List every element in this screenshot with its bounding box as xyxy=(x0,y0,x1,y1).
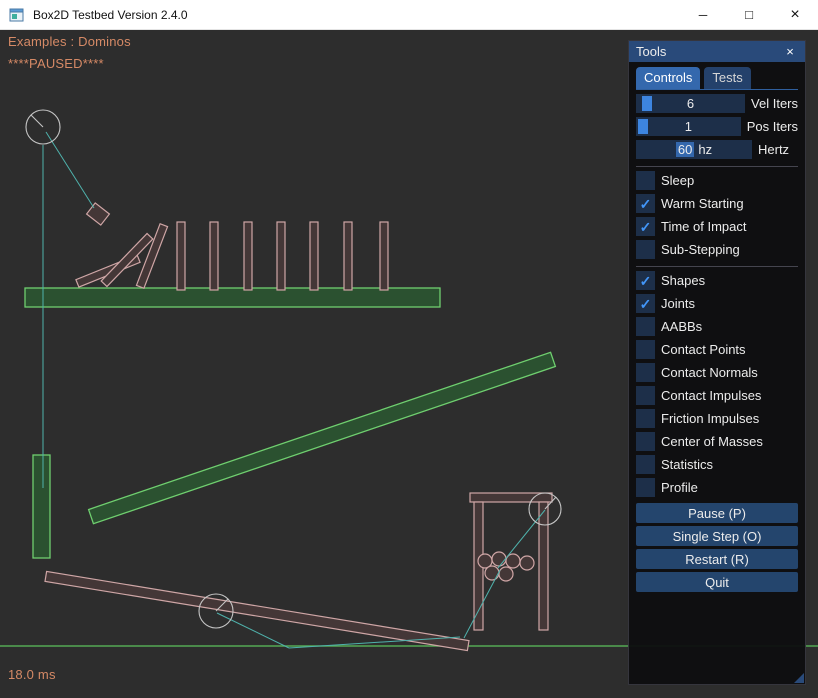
checkbox-box[interactable]: ✓ xyxy=(636,386,655,405)
pause-button[interactable]: Pause (P) xyxy=(636,503,798,523)
check-icon: ✓ xyxy=(640,220,652,234)
hertz-input[interactable]: 60 hz xyxy=(636,140,752,159)
checkbox-box[interactable]: ✓ xyxy=(636,340,655,359)
checkbox-box[interactable]: ✓ xyxy=(636,455,655,474)
minimize-button[interactable]: ─ xyxy=(680,0,726,29)
tabbar: Controls Tests xyxy=(636,67,798,90)
pos-iters-slider[interactable]: 1 xyxy=(636,117,741,136)
pos-iters-label: Pos Iters xyxy=(747,119,798,134)
checkbox-box[interactable]: ✓ xyxy=(636,478,655,497)
checkbox-statistics[interactable]: ✓ Statistics xyxy=(636,455,798,474)
single-step-button[interactable]: Single Step (O) xyxy=(636,526,798,546)
close-button[interactable]: × xyxy=(772,0,818,29)
checkbox-box[interactable]: ✓ xyxy=(636,317,655,336)
checkbox-box[interactable]: ✓ xyxy=(636,294,655,313)
vel-iters-row: 6 Vel Iters xyxy=(636,94,798,113)
window-controls: ─ □ × xyxy=(680,0,818,29)
tools-panel-title: Tools xyxy=(636,44,782,59)
bottom-plank xyxy=(45,571,469,650)
falling-dominoes xyxy=(76,224,168,288)
checkbox-box[interactable]: ✓ xyxy=(636,409,655,428)
checkbox-center-of-masses[interactable]: ✓ Center of Masses xyxy=(636,432,798,451)
hertz-label: Hertz xyxy=(758,142,789,157)
dynamic-bodies xyxy=(45,203,552,651)
checkbox-contact-impulses[interactable]: ✓ Contact Impulses xyxy=(636,386,798,405)
checkbox-contact-points[interactable]: ✓ Contact Points xyxy=(636,340,798,359)
restart-button[interactable]: Restart (R) xyxy=(636,549,798,569)
pendulum-circle xyxy=(26,110,60,144)
app-window: Examples : Dominos ****PAUSED**** 18.0 m… xyxy=(0,0,818,698)
frame-time-label: 18.0 ms xyxy=(8,667,56,682)
vel-iters-slider-grab[interactable] xyxy=(642,96,652,111)
tab-tests[interactable]: Tests xyxy=(704,67,750,89)
cradle-balls xyxy=(478,552,534,581)
domino-shelf xyxy=(25,288,440,307)
hertz-value: 60 xyxy=(676,142,694,157)
check-icon: ✓ xyxy=(640,274,652,288)
app-icon xyxy=(9,7,25,23)
pos-iters-slider-grab[interactable] xyxy=(638,119,648,134)
window-title: Box2D Testbed Version 2.4.0 xyxy=(33,8,188,22)
checkbox-box[interactable]: ✓ xyxy=(636,363,655,382)
vertical-bar xyxy=(33,455,50,558)
checkbox-box[interactable]: ✓ xyxy=(636,194,655,213)
pendulum-box xyxy=(87,203,110,225)
hertz-row: 60 hz Hertz xyxy=(636,140,798,159)
paused-label: ****PAUSED**** xyxy=(8,56,104,71)
checkbox-box[interactable]: ✓ xyxy=(636,217,655,236)
example-label: Examples : Dominos xyxy=(8,34,131,49)
separator xyxy=(636,166,798,167)
tools-panel-body: Controls Tests 6 Vel Iters 1 Pos Iters xyxy=(629,62,805,592)
resize-grip-icon[interactable] xyxy=(794,673,804,683)
vel-iters-label: Vel Iters xyxy=(751,96,798,111)
checkbox-profile[interactable]: ✓ Profile xyxy=(636,478,798,497)
tools-panel: Tools × Controls Tests 6 Vel Iters 1 xyxy=(628,40,806,685)
separator xyxy=(636,266,798,267)
quit-button[interactable]: Quit xyxy=(636,572,798,592)
checkbox-aabbs[interactable]: ✓ AABBs xyxy=(636,317,798,336)
tools-panel-titlebar[interactable]: Tools × xyxy=(629,41,805,62)
checkbox-box[interactable]: ✓ xyxy=(636,432,655,451)
checkbox-box[interactable]: ✓ xyxy=(636,171,655,190)
checkbox-contact-normals[interactable]: ✓ Contact Normals xyxy=(636,363,798,382)
check-icon: ✓ xyxy=(640,197,652,211)
vel-iters-value: 6 xyxy=(687,96,694,111)
window-titlebar[interactable]: Box2D Testbed Version 2.4.0 ─ □ × xyxy=(0,0,818,30)
checkbox-sub-stepping[interactable]: ✓ Sub-Stepping xyxy=(636,240,798,259)
checkbox-joints[interactable]: ✓ Joints xyxy=(636,294,798,313)
checkbox-time-of-impact[interactable]: ✓ Time of Impact xyxy=(636,217,798,236)
hertz-unit: hz xyxy=(698,142,712,157)
maximize-button[interactable]: □ xyxy=(726,0,772,29)
pos-iters-value: 1 xyxy=(685,119,692,134)
tab-controls[interactable]: Controls xyxy=(636,67,700,89)
vel-iters-slider[interactable]: 6 xyxy=(636,94,745,113)
checkbox-warm-starting[interactable]: ✓ Warm Starting xyxy=(636,194,798,213)
button-group: Pause (P) Single Step (O) Restart (R) Qu… xyxy=(636,503,798,592)
upright-dominoes xyxy=(177,222,388,290)
pos-iters-row: 1 Pos Iters xyxy=(636,117,798,136)
checkbox-shapes[interactable]: ✓ Shapes xyxy=(636,271,798,290)
checkbox-box[interactable]: ✓ xyxy=(636,271,655,290)
checkbox-sleep[interactable]: ✓ Sleep xyxy=(636,171,798,190)
check-icon: ✓ xyxy=(640,297,652,311)
tools-panel-close-icon[interactable]: × xyxy=(782,44,798,60)
checkbox-box[interactable]: ✓ xyxy=(636,240,655,259)
checkbox-friction-impulses[interactable]: ✓ Friction Impulses xyxy=(636,409,798,428)
